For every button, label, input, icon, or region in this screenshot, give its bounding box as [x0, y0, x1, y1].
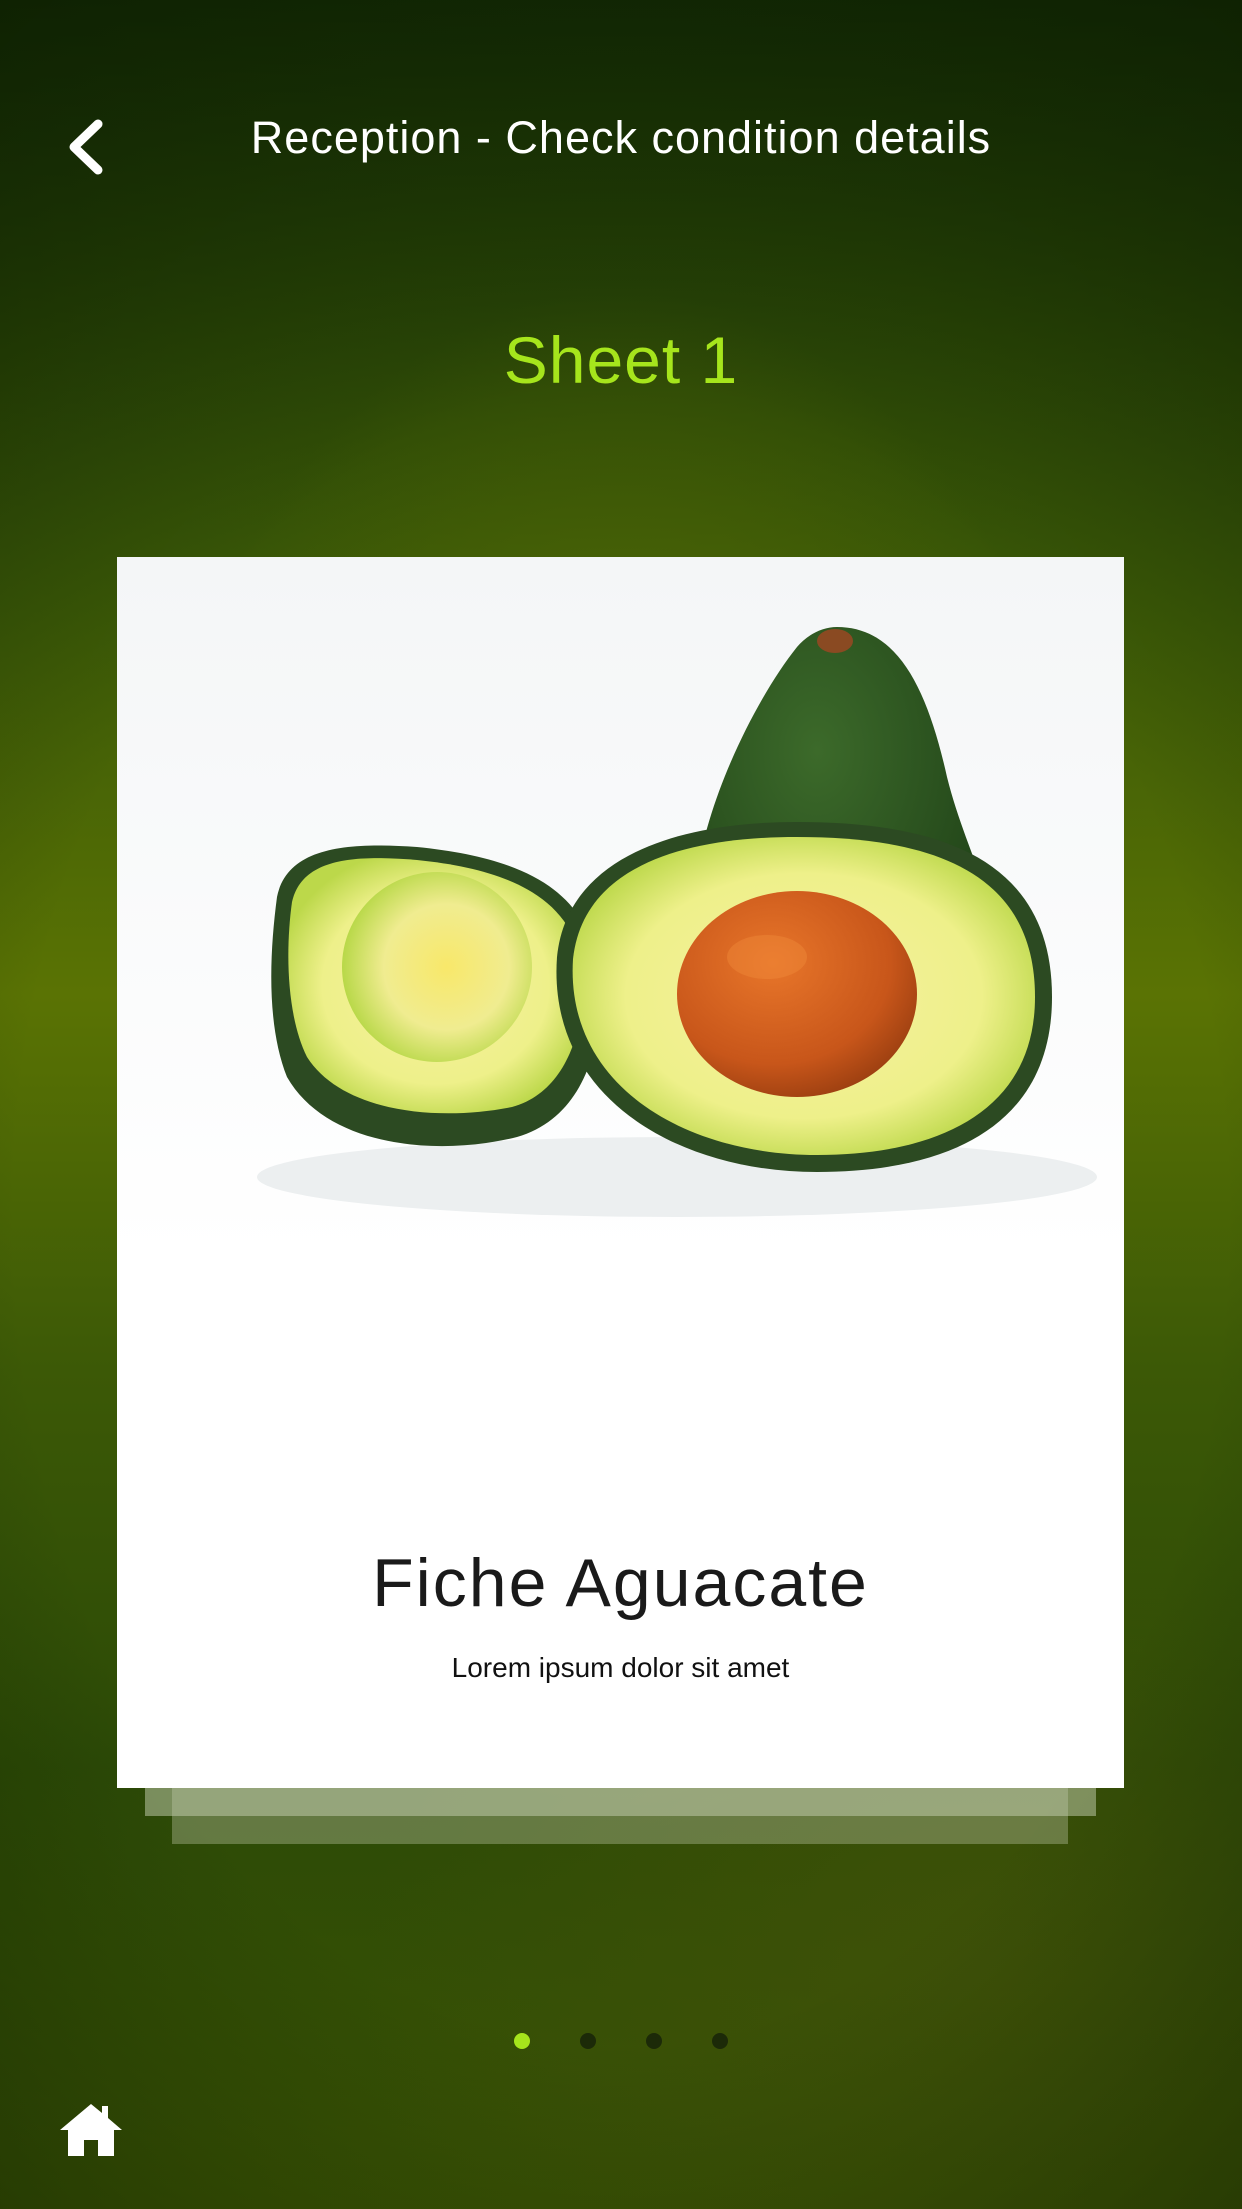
avocado-photo — [117, 557, 1124, 1257]
pagination-dots — [0, 2033, 1242, 2053]
sheet-title: Sheet 1 — [503, 323, 739, 397]
pagination-dot-2[interactable] — [580, 2033, 596, 2049]
pagination-dot-4[interactable] — [712, 2033, 728, 2049]
card-title: Fiche Aguacate — [372, 1545, 869, 1621]
page-title: Reception - Check condition details — [250, 112, 992, 163]
header: Reception - Check condition details — [0, 0, 1242, 290]
product-card[interactable]: Fiche Aguacate Lorem ipsum dolor sit ame… — [117, 557, 1124, 1788]
card-subtitle: Lorem ipsum dolor sit amet — [451, 1652, 790, 1683]
home-button[interactable] — [56, 2100, 126, 2160]
pagination-dot-1[interactable] — [514, 2033, 530, 2049]
pagination-dot-3[interactable] — [646, 2033, 662, 2049]
home-icon — [60, 2104, 122, 2156]
